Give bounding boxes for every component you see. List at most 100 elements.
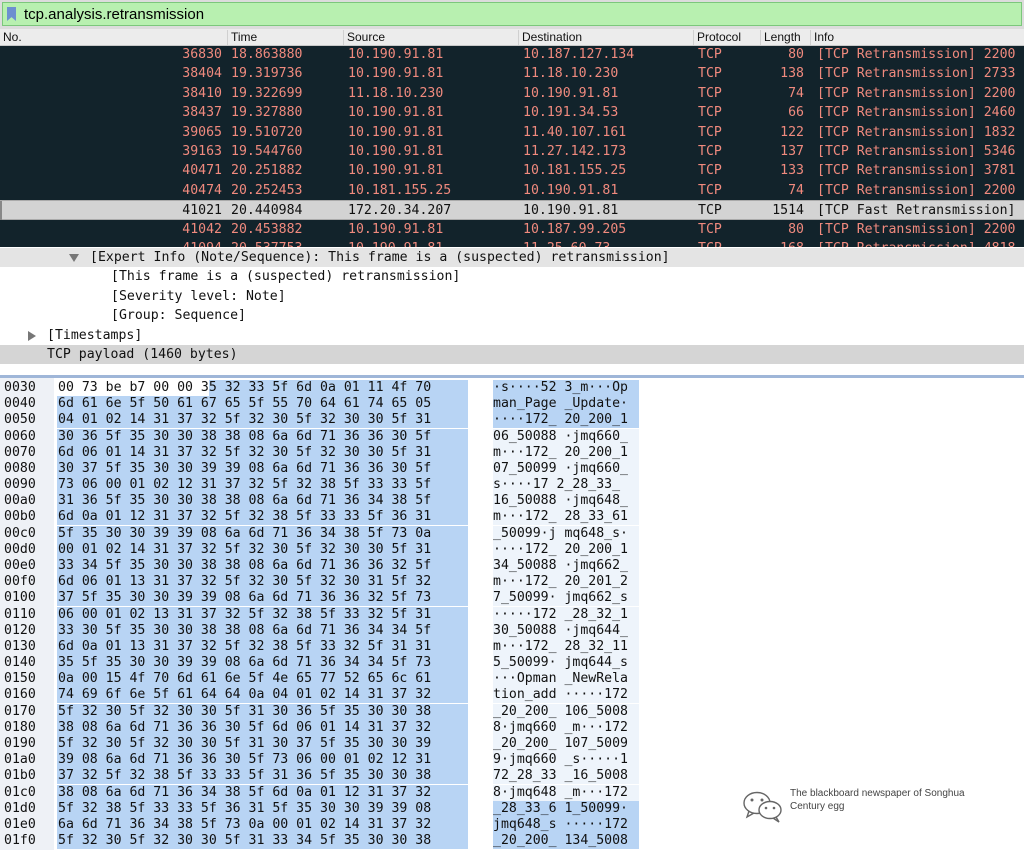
- hex-ascii[interactable]: _28_33_6 1_50099·: [493, 800, 639, 817]
- hex-ascii[interactable]: _50099·j mq648_s·: [493, 525, 639, 542]
- hex-bytes[interactable]: 6d 0a 01 13 31 37 32 5f 32 38 5f 33 32 5…: [57, 638, 468, 655]
- hex-ascii[interactable]: 16_50088 ·jmq648_: [493, 493, 639, 510]
- packet-bytes-pane[interactable]: 0030 00 73 be b7 00 00 35 32 33 5f 6d 0a …: [0, 378, 1024, 850]
- column-header-source[interactable]: Source: [343, 30, 385, 45]
- hex-offset[interactable]: 01f0: [4, 833, 52, 849]
- hex-ascii[interactable]: s····17 2_28_33_: [493, 477, 639, 494]
- hex-offset[interactable]: 0100: [4, 590, 52, 606]
- hex-bytes[interactable]: 5f 32 30 5f 32 30 30 5f 31 30 37 5f 35 3…: [57, 735, 468, 752]
- hex-offset[interactable]: 00a0: [4, 493, 52, 509]
- tree-item-expert-child[interactable]: [This frame is a (suspected) retransmiss…: [0, 267, 1024, 286]
- column-header-info[interactable]: Info: [810, 30, 834, 45]
- hex-offset[interactable]: 01b0: [4, 768, 52, 784]
- hex-ascii[interactable]: ·s····52 3_m···Op: [493, 380, 639, 396]
- hex-ascii[interactable]: 07_50099 ·jmq660_: [493, 460, 639, 477]
- packet-row[interactable]: 40474 20.252453 10.181.155.25 10.190.91.81 T…: [0, 181, 1024, 200]
- hex-offset[interactable]: 0080: [4, 461, 52, 477]
- packet-row[interactable]: 40471 20.251882 10.190.91.81 10.181.155.25 T…: [0, 161, 1024, 180]
- column-header-protocol[interactable]: Protocol: [693, 30, 741, 45]
- column-header-time[interactable]: Time: [227, 30, 257, 45]
- hex-ascii[interactable]: 5_50099· jmq644_s: [493, 655, 639, 672]
- hex-offset[interactable]: 0170: [4, 704, 52, 720]
- hex-bytes[interactable]: 37 32 5f 32 38 5f 33 33 5f 31 36 5f 35 3…: [57, 768, 468, 785]
- hex-bytes[interactable]: 35 5f 35 30 30 39 39 08 6a 6d 71 36 34 3…: [57, 655, 468, 672]
- hex-offset[interactable]: 0120: [4, 623, 52, 639]
- tree-item-timestamps[interactable]: [Timestamps]: [0, 326, 1024, 345]
- hex-bytes[interactable]: 39 08 6a 6d 71 36 36 30 5f 73 06 00 01 0…: [57, 752, 468, 769]
- hex-offset[interactable]: 0050: [4, 412, 52, 428]
- packet-row[interactable]: 38404 19.319736 10.190.91.81 11.18.10.230 TC…: [0, 64, 1024, 83]
- hex-ascii[interactable]: 8·jmq660 _m···172: [493, 719, 639, 736]
- hex-offset[interactable]: 00f0: [4, 574, 52, 590]
- hex-bytes[interactable]: 33 30 5f 35 30 30 38 38 08 6a 6d 71 36 3…: [57, 622, 468, 639]
- hex-bytes[interactable]: 04 01 02 14 31 37 32 5f 32 30 5f 32 30 3…: [57, 412, 468, 429]
- packet-row[interactable]: 41094 20.537753 10.190.91.81 11.25.60.73 TCP…: [0, 239, 1024, 247]
- hex-bytes[interactable]: 6d 0a 01 12 31 37 32 5f 32 38 5f 33 33 5…: [57, 509, 468, 526]
- display-filter-input[interactable]: tcp.analysis.retransmission: [2, 2, 1022, 26]
- hex-ascii[interactable]: m···172_ 20_200_1: [493, 444, 639, 461]
- hex-ascii[interactable]: 9·jmq660 _s·····1: [493, 752, 639, 769]
- hex-ascii[interactable]: 7_50099· jmq662_s: [493, 590, 639, 607]
- hex-ascii[interactable]: _20_200_ 134_5008: [493, 833, 639, 850]
- hex-bytes[interactable]: 6d 61 6e 5f 50 61 67 65 5f 55 70 64 61 7…: [57, 396, 468, 413]
- hex-offset[interactable]: 01d0: [4, 801, 52, 817]
- hex-offset[interactable]: 0060: [4, 429, 52, 445]
- hex-bytes[interactable]: 6d 06 01 14 31 37 32 5f 32 30 5f 32 30 3…: [57, 444, 468, 461]
- hex-bytes[interactable]: 38 08 6a 6d 71 36 34 38 5f 6d 0a 01 12 3…: [57, 784, 468, 801]
- hex-bytes[interactable]: 5f 32 30 5f 32 30 30 5f 31 33 34 5f 35 3…: [57, 833, 468, 850]
- hex-bytes[interactable]: 6d 06 01 13 31 37 32 5f 32 30 5f 32 30 3…: [57, 574, 468, 591]
- hex-bytes[interactable]: 31 36 5f 35 30 30 38 38 08 6a 6d 71 36 3…: [57, 493, 468, 510]
- hex-offset[interactable]: 0110: [4, 607, 52, 623]
- tree-item-severity[interactable]: [Severity level: Note]: [0, 287, 1024, 306]
- packet-row[interactable]: 39065 19.510720 10.190.91.81 11.40.107.161 T…: [0, 123, 1024, 142]
- hex-ascii[interactable]: jmq648_s ·····172: [493, 816, 639, 833]
- bookmark-icon[interactable]: [7, 7, 16, 21]
- hex-offset[interactable]: 0140: [4, 655, 52, 671]
- hex-bytes[interactable]: 38 08 6a 6d 71 36 36 30 5f 6d 06 01 14 3…: [57, 719, 468, 736]
- hex-bytes[interactable]: 00 01 02 14 31 37 32 5f 32 30 5f 32 30 3…: [57, 541, 468, 558]
- packet-row[interactable]: 39163 19.544760 10.190.91.81 11.27.142.173 T…: [0, 142, 1024, 161]
- tree-item-group[interactable]: [Group: Sequence]: [0, 306, 1024, 325]
- packet-row[interactable]: 38437 19.327880 10.190.91.81 10.191.34.53 TC…: [0, 103, 1024, 122]
- hex-ascii[interactable]: m···172_ 28_32_11: [493, 638, 639, 655]
- hex-offset[interactable]: 0070: [4, 445, 52, 461]
- hex-bytes[interactable]: 5f 32 38 5f 33 33 5f 36 31 5f 35 30 30 3…: [57, 800, 468, 817]
- hex-ascii[interactable]: man_Page _Update·: [493, 396, 639, 413]
- hex-ascii[interactable]: _20_200_ 107_5009: [493, 735, 639, 752]
- hex-offset[interactable]: 0090: [4, 477, 52, 493]
- collapse-triangle-icon[interactable]: [69, 254, 79, 262]
- hex-offset[interactable]: 01a0: [4, 752, 52, 768]
- hex-ascii[interactable]: ····172_ 20_200_1: [493, 412, 639, 429]
- hex-bytes[interactable]: 37 5f 35 30 30 39 39 08 6a 6d 71 36 36 3…: [57, 590, 468, 607]
- hex-ascii[interactable]: 34_50088 ·jmq662_: [493, 557, 639, 574]
- hex-bytes[interactable]: 74 69 6f 6e 5f 61 64 64 0a 04 01 02 14 3…: [57, 687, 468, 704]
- hex-ascii[interactable]: 30_50088 ·jmq644_: [493, 622, 639, 639]
- hex-bytes[interactable]: 00 73 be b7 00 00 35 32 33 5f 6d 0a 01 1…: [57, 380, 468, 396]
- hex-ascii[interactable]: _20_200_ 106_5008: [493, 703, 639, 720]
- hex-bytes[interactable]: 0a 00 15 4f 70 6d 61 6e 5f 4e 65 77 52 6…: [57, 671, 468, 688]
- column-header-no[interactable]: No.: [0, 30, 22, 45]
- expand-triangle-icon[interactable]: [28, 330, 36, 341]
- hex-offset[interactable]: 0180: [4, 720, 52, 736]
- hex-bytes[interactable]: 6a 6d 71 36 34 38 5f 73 0a 00 01 02 14 3…: [57, 816, 468, 833]
- hex-bytes[interactable]: 73 06 00 01 02 12 31 37 32 5f 32 38 5f 3…: [57, 477, 468, 494]
- hex-offset[interactable]: 0030: [4, 380, 52, 396]
- hex-bytes[interactable]: 5f 35 30 30 39 39 08 6a 6d 71 36 34 38 5…: [57, 525, 468, 542]
- hex-offset[interactable]: 01c0: [4, 785, 52, 801]
- hex-ascii[interactable]: ····172_ 20_200_1: [493, 541, 639, 558]
- hex-offset[interactable]: 00c0: [4, 526, 52, 542]
- packet-details-pane[interactable]: [Expert Info (Note/Sequence): This frame…: [0, 247, 1024, 375]
- hex-offset[interactable]: 0040: [4, 396, 52, 412]
- packet-row[interactable]: 36830 18.863880 10.190.91.81 10.187.127.134…: [0, 46, 1024, 64]
- column-header-length[interactable]: Length: [760, 30, 801, 45]
- hex-offset[interactable]: 00e0: [4, 558, 52, 574]
- hex-ascii[interactable]: 72_28_33 _16_5008: [493, 768, 639, 785]
- hex-offset[interactable]: 0130: [4, 639, 52, 655]
- hex-offset[interactable]: 01e0: [4, 817, 52, 833]
- packet-list[interactable]: 36830 18.863880 10.190.91.81 10.187.127.134…: [0, 46, 1024, 247]
- hex-ascii[interactable]: ···Opman _NewRela: [493, 671, 639, 688]
- hex-ascii[interactable]: ·····172 _28_32_1: [493, 606, 639, 623]
- hex-ascii[interactable]: m···172_ 28_33_61: [493, 509, 639, 526]
- tree-item-tcp-payload[interactable]: TCP payload (1460 bytes): [0, 345, 1024, 365]
- hex-ascii[interactable]: 8·jmq648 _m···172: [493, 784, 639, 801]
